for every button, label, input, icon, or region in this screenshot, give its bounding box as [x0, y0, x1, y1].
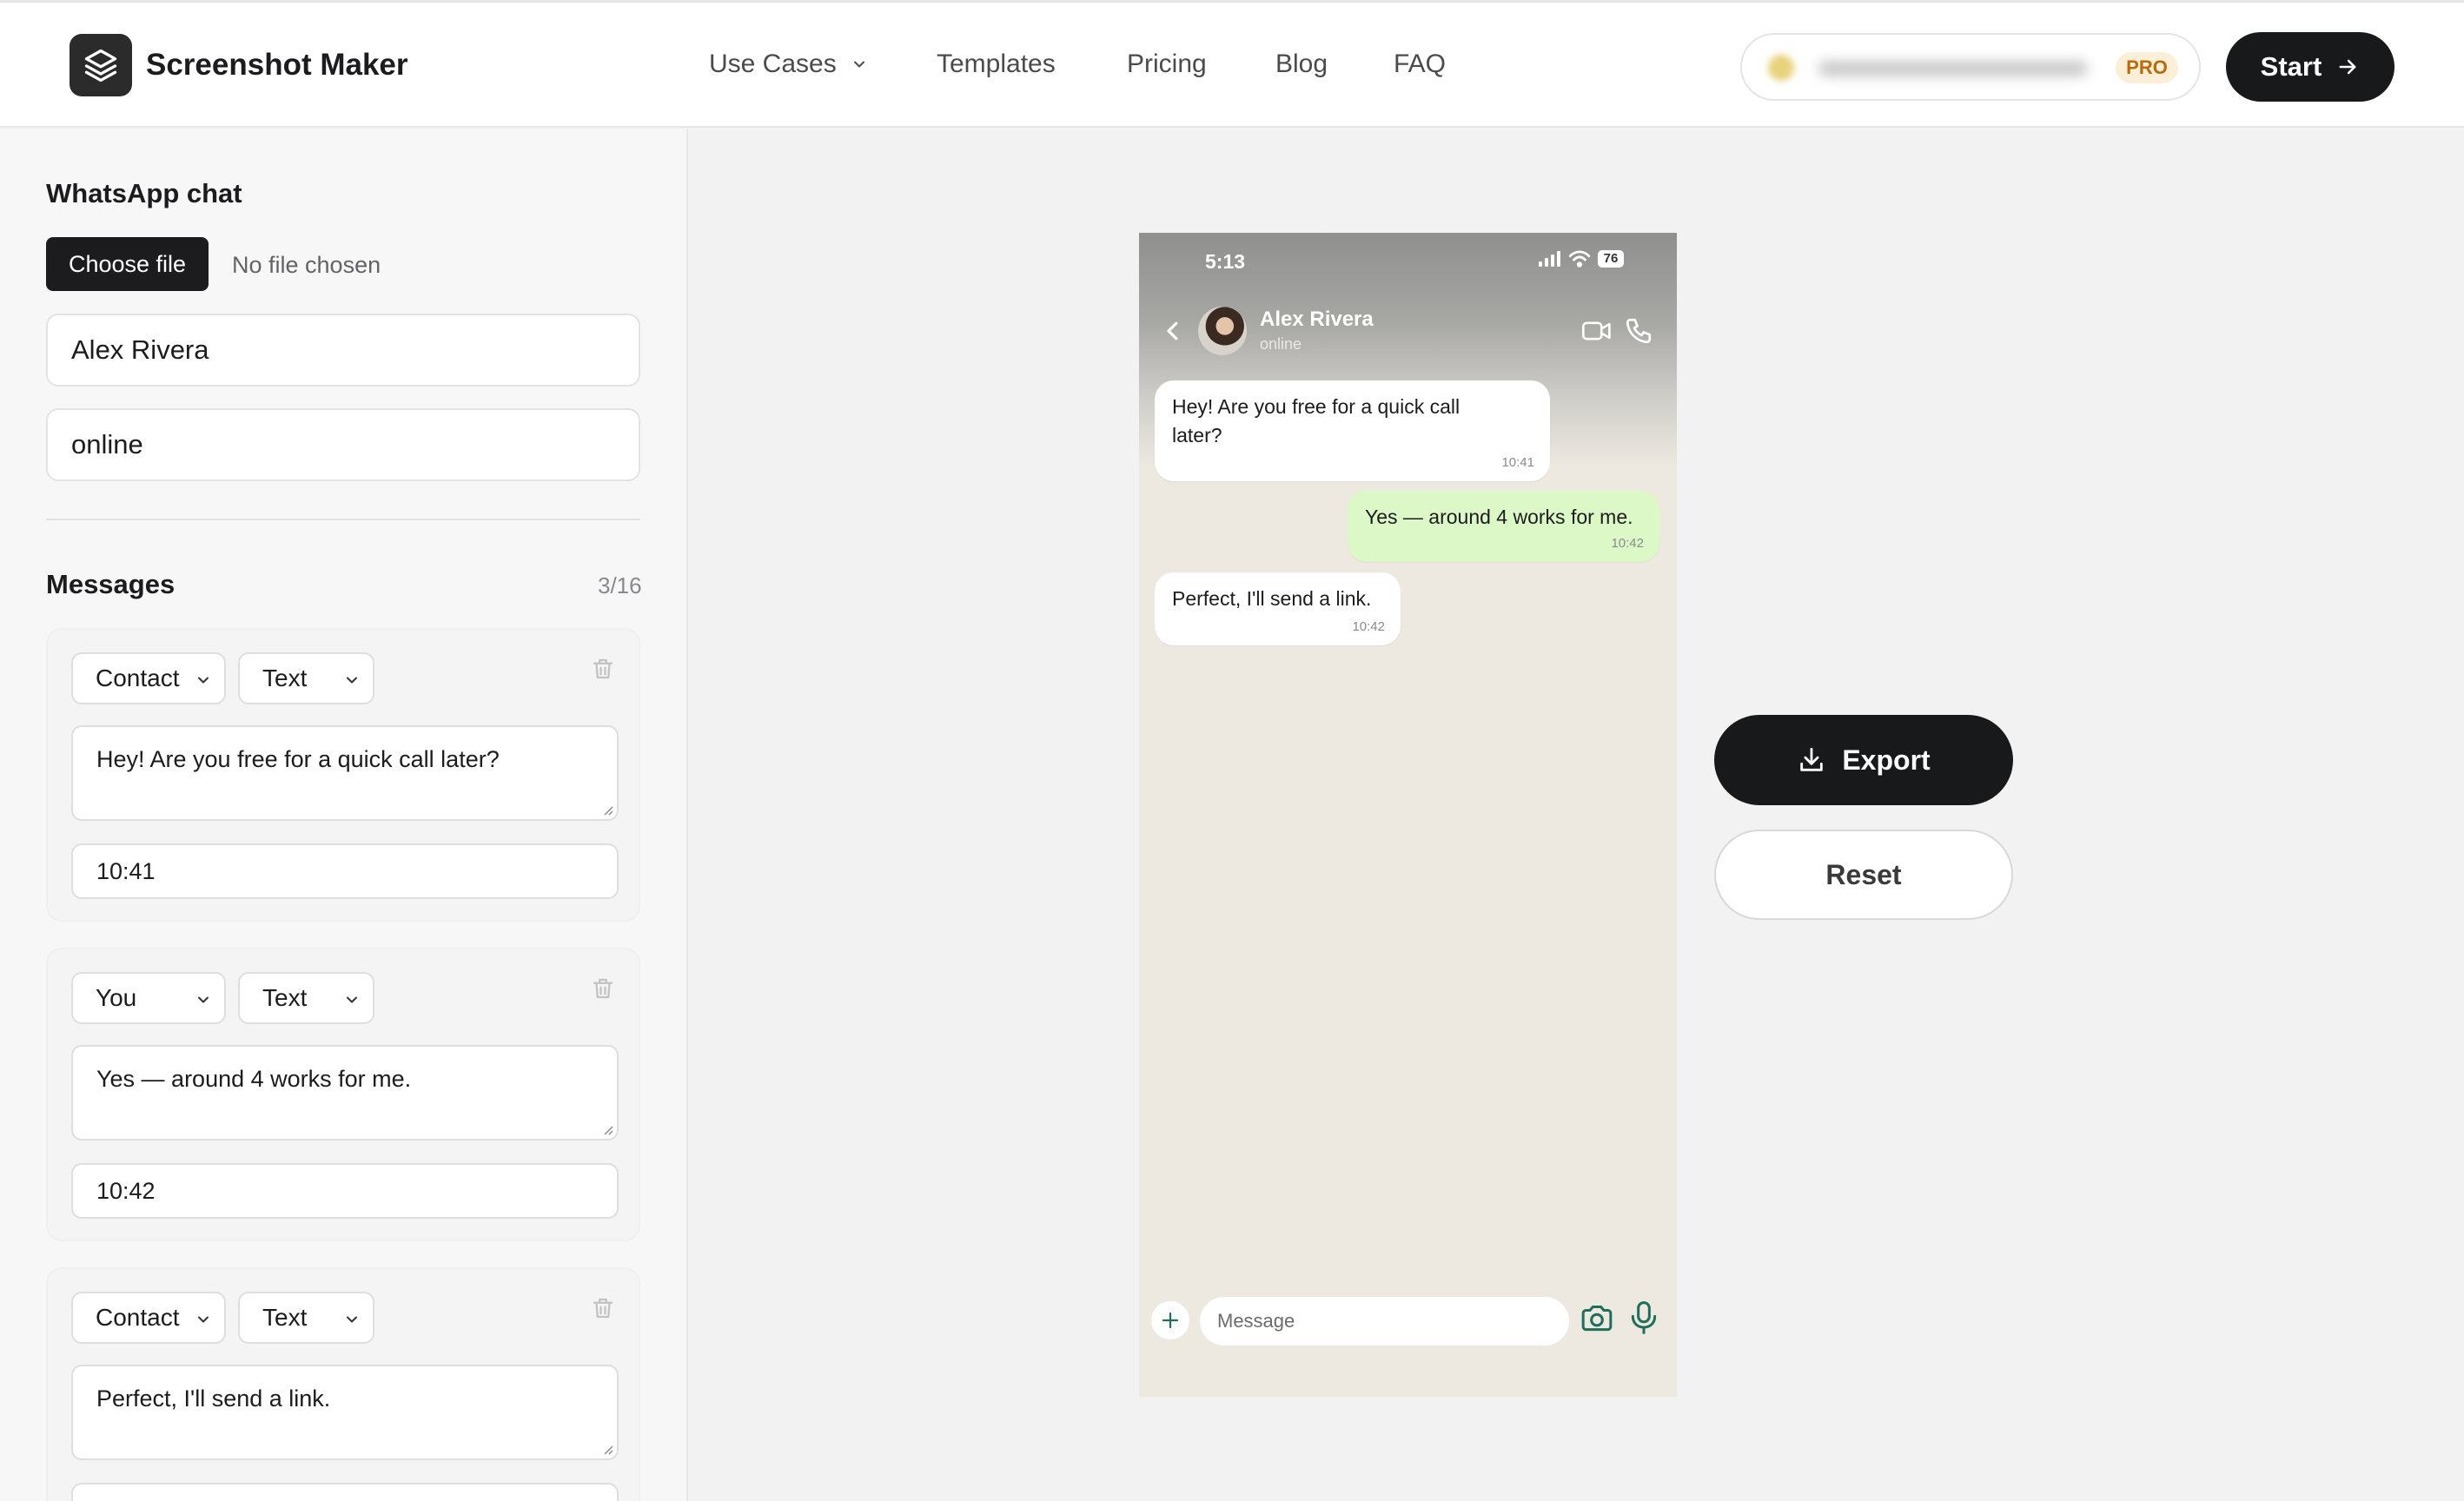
type-select-value: Text: [262, 665, 308, 691]
nav-faq[interactable]: FAQ: [1394, 50, 1446, 79]
pro-badge: PRO: [2116, 52, 2178, 83]
contact-status-input[interactable]: online: [46, 408, 640, 481]
sender-select[interactable]: Contact: [71, 1292, 226, 1344]
resize-grip-icon[interactable]: [601, 1123, 613, 1135]
chevron-down-icon: [198, 677, 209, 684]
download-icon: [1800, 747, 1824, 771]
message-input[interactable]: Message: [1200, 1297, 1569, 1346]
outgoing-bubble: Yes — around 4 works for me. 10:42: [1348, 491, 1659, 562]
contact-avatar[interactable]: [1198, 307, 1247, 355]
message-text-input[interactable]: Yes — around 4 works for me.: [71, 1045, 619, 1141]
bubble-text: Perfect, I'll send a link.: [1172, 587, 1372, 610]
trash-icon[interactable]: [590, 1295, 616, 1321]
start-button[interactable]: Start: [2226, 32, 2394, 102]
reset-button[interactable]: Reset: [1714, 830, 2013, 920]
back-chevron-icon[interactable]: [1160, 316, 1186, 346]
type-select[interactable]: Text: [238, 652, 374, 704]
signal-icon: [1539, 251, 1560, 267]
plus-icon[interactable]: [1151, 1301, 1189, 1339]
bubble-time: 10:42: [1611, 536, 1644, 552]
choose-file-button[interactable]: Choose file: [46, 237, 209, 291]
message-text: Perfect, I'll send a link.: [96, 1385, 331, 1412]
camera-icon[interactable]: [1580, 1305, 1613, 1332]
start-button-label: Start: [2260, 51, 2322, 82]
bubble-time: 10:41: [1501, 455, 1534, 471]
sender-select-value: Contact: [96, 665, 180, 691]
nav-use-cases-label: Use Cases: [709, 50, 837, 78]
bubble-time: 10:42: [1352, 619, 1385, 635]
divider: [46, 519, 640, 520]
chat-preview: 5:13 76 Alex Rivera online Hey! Are you …: [1139, 233, 1677, 1397]
chevron-down-icon: [198, 996, 209, 1003]
bubble-text: Hey! Are you free for a quick call: [1172, 395, 1461, 418]
sender-select-value: You: [96, 984, 137, 1011]
message-time-input[interactable]: [71, 1483, 619, 1501]
chevron-down-icon: [198, 1316, 209, 1323]
message-time-input[interactable]: 10:42: [71, 1163, 619, 1219]
trash-icon[interactable]: [590, 975, 616, 1002]
nav-pricing[interactable]: Pricing: [1127, 50, 1207, 79]
incoming-bubble: Perfect, I'll send a link. 10:42: [1155, 572, 1401, 645]
message-card: Contact Text Hey! Are you free for a qui…: [46, 628, 640, 922]
editor-sidebar: WhatsApp chat Choose file No file chosen…: [0, 129, 688, 1501]
nav-use-cases[interactable]: Use Cases: [709, 50, 868, 79]
top-navigation: Screenshot Maker Use Cases Templates Pri…: [0, 3, 2464, 128]
contact-name-input[interactable]: Alex Rivera: [46, 314, 640, 387]
messages-count: 3/16: [598, 572, 642, 598]
battery-icon: 76: [1598, 250, 1624, 268]
export-button[interactable]: Export: [1714, 715, 2013, 805]
arrow-right-icon: [2339, 59, 2356, 75]
microphone-icon[interactable]: [1630, 1301, 1658, 1334]
incoming-bubble: Hey! Are you free for a quick call later…: [1155, 380, 1550, 481]
app-window: Screenshot Maker Use Cases Templates Pri…: [0, 0, 2464, 1501]
type-select-value: Text: [262, 1304, 308, 1331]
message-card: Contact Text Perfect, I'll send a link.: [46, 1267, 640, 1501]
message-time-input[interactable]: 10:41: [71, 843, 619, 899]
type-select[interactable]: Text: [238, 972, 374, 1024]
bubble-text: Yes — around 4 works for me.: [1365, 506, 1633, 528]
chevron-down-icon: [853, 61, 864, 68]
type-select-value: Text: [262, 984, 308, 1011]
chevron-down-icon: [347, 996, 357, 1003]
sender-select[interactable]: You: [71, 972, 226, 1024]
trash-icon[interactable]: [590, 656, 616, 682]
resize-grip-icon[interactable]: [601, 803, 613, 816]
status-bar-icons: 76: [1539, 250, 1624, 268]
wifi-icon: [1568, 250, 1591, 268]
message-text-input[interactable]: Perfect, I'll send a link.: [71, 1365, 619, 1460]
message-text-input[interactable]: Hey! Are you free for a quick call later…: [71, 725, 619, 821]
logo-icon[interactable]: [70, 34, 132, 96]
brand-name[interactable]: Screenshot Maker: [146, 48, 408, 83]
message-text: Hey! Are you free for a quick call later…: [96, 746, 500, 772]
chat-contact-name: Alex Rivera: [1260, 307, 1374, 331]
chevron-down-icon: [347, 677, 357, 684]
type-select[interactable]: Text: [238, 1292, 374, 1344]
chevron-down-icon: [347, 1316, 357, 1323]
section-title: WhatsApp chat: [46, 178, 242, 208]
message-text: Yes — around 4 works for me.: [96, 1066, 412, 1092]
file-status: No file chosen: [232, 252, 381, 278]
video-call-icon[interactable]: [1582, 320, 1612, 342]
bubble-text: later?: [1172, 424, 1222, 447]
chat-contact-status: online: [1260, 335, 1302, 353]
sender-select[interactable]: Contact: [71, 652, 226, 704]
message-card: You Text Yes — around 4 works for me. 10…: [46, 948, 640, 1241]
messages-title: Messages: [46, 569, 176, 599]
status-bar-time: 5:13: [1205, 250, 1246, 273]
resize-grip-icon[interactable]: [601, 1443, 613, 1455]
account-avatar: [1768, 55, 1794, 81]
sender-select-value: Contact: [96, 1304, 180, 1331]
account-name-blurred: [1818, 61, 2088, 76]
nav-blog[interactable]: Blog: [1275, 50, 1328, 79]
account-menu[interactable]: PRO: [1740, 33, 2201, 101]
nav-templates[interactable]: Templates: [937, 50, 1056, 79]
phone-call-icon[interactable]: [1624, 316, 1653, 346]
export-button-label: Export: [1842, 744, 1931, 776]
